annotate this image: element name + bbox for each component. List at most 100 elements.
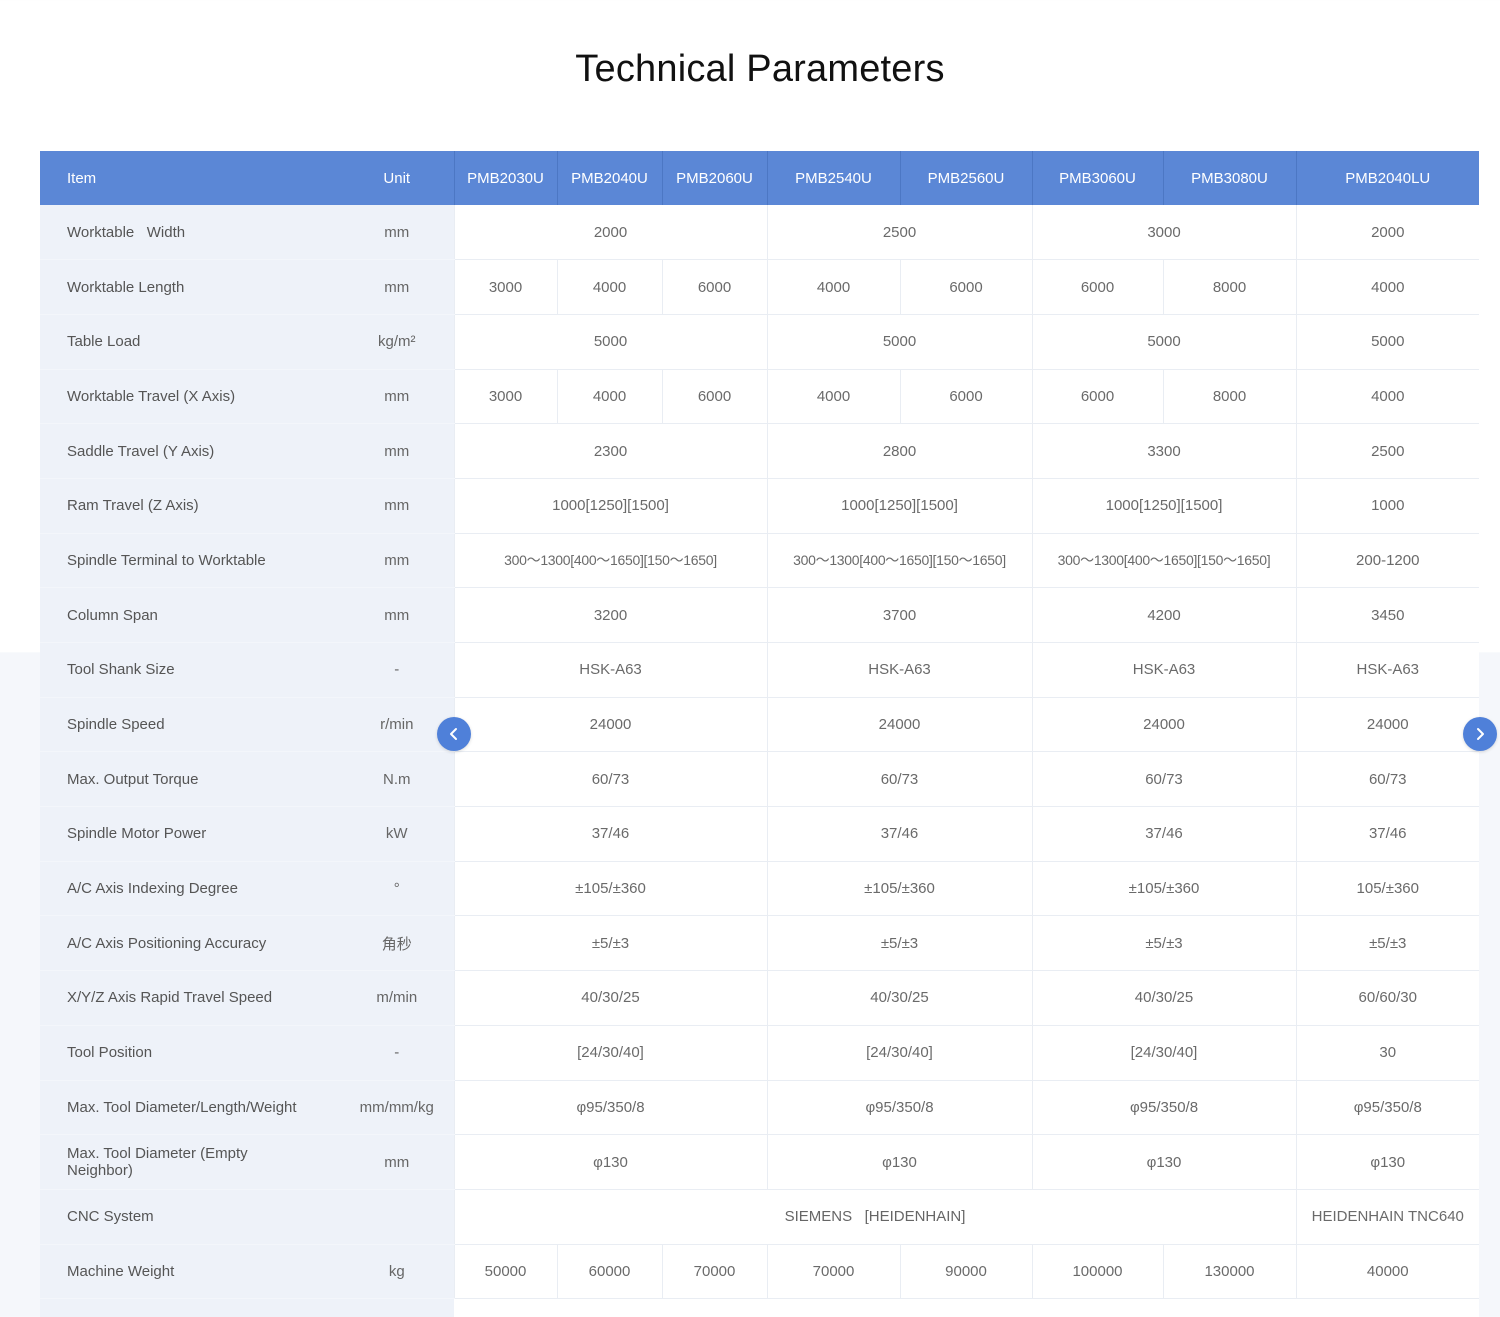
- header-model: PMB3060U: [1031, 151, 1163, 205]
- row-label: Worktable Length: [40, 259, 340, 315]
- table-cell: 50000: [453, 1244, 557, 1300]
- table-cell: 8000: [1162, 259, 1296, 315]
- table-cell: φ130: [1295, 1134, 1479, 1190]
- table-cell: 200-1200: [1295, 533, 1479, 589]
- table-cell: 5000: [1295, 314, 1479, 370]
- row-label: Worktable Width: [40, 205, 340, 261]
- table-cell: 1000[1250][1500]: [766, 478, 1032, 534]
- table-row: Ram Travel (Z Axis) mm 1000[1250][1500] …: [40, 478, 1479, 534]
- table-cell: 60/73: [766, 751, 1032, 808]
- table-cell: φ95/350/8: [453, 1080, 767, 1136]
- table-cell: ±105/±360: [453, 861, 767, 917]
- row-label: A/C Axis Positioning Accuracy: [40, 915, 340, 972]
- table-cell: ±5/±3: [766, 915, 1032, 972]
- table-cell: 3000: [453, 259, 557, 315]
- table-cell: 24000: [453, 697, 767, 753]
- spacer-cell: [40, 1298, 340, 1317]
- table-row: CNC System SIEMENS [HEIDENHAIN] HEIDENHA…: [40, 1189, 1479, 1245]
- table-cell: 130000: [1162, 1244, 1296, 1300]
- row-unit: °: [340, 861, 454, 917]
- table-cell: HSK-A63: [1295, 642, 1479, 698]
- table-cell: ±5/±3: [1295, 915, 1479, 972]
- row-label: Max. Tool Diameter/Length/Weight: [40, 1080, 340, 1136]
- table-cell: 4000: [766, 369, 900, 425]
- table-cell: 1000: [1295, 478, 1479, 534]
- table-cell: [24/30/40]: [453, 1025, 767, 1081]
- scroll-left-button[interactable]: [437, 717, 471, 751]
- row-unit: mm: [340, 478, 454, 534]
- table-cell: 90000: [899, 1244, 1032, 1300]
- table-cell: HSK-A63: [766, 642, 1032, 698]
- spacer-cell: [454, 1298, 1479, 1317]
- table-cell: 60/73: [1295, 751, 1479, 808]
- row-label: Spindle Motor Power: [40, 806, 340, 862]
- table-cell: 2500: [1295, 423, 1479, 479]
- table-cell: HEIDENHAIN TNC640: [1295, 1189, 1479, 1245]
- table-row: A/C Axis Indexing Degree ° ±105/±360 ±10…: [40, 861, 1479, 917]
- row-unit: mm: [340, 369, 454, 425]
- row-unit: mm: [340, 423, 454, 479]
- row-label: Spindle Terminal to Worktable: [40, 533, 340, 589]
- row-unit: mm: [340, 205, 454, 261]
- table-cell: ±5/±3: [1031, 915, 1296, 972]
- header-model: PMB3080U: [1162, 151, 1296, 205]
- table-cell: 3450: [1295, 587, 1479, 643]
- table-cell: φ130: [766, 1134, 1032, 1190]
- table-cell: 4000: [1295, 369, 1479, 425]
- row-unit: 角秒: [340, 915, 454, 972]
- table-cell: 5000: [453, 314, 767, 370]
- row-unit: -: [340, 1025, 454, 1081]
- row-label: X/Y/Z Axis Rapid Travel Speed: [40, 970, 340, 1026]
- table-cell: φ130: [1031, 1134, 1296, 1190]
- table-cell: 70000: [661, 1244, 767, 1300]
- table-cell: 2000: [453, 205, 767, 261]
- table-cell: 4000: [766, 259, 900, 315]
- table-cell: 300～1300[400～1650][150～1650]: [766, 533, 1032, 589]
- table-cell: 37/46: [1295, 806, 1479, 862]
- row-label: Worktable Travel (X Axis): [40, 369, 340, 425]
- table-row: X/Y/Z Axis Rapid Travel Speed m/min 40/3…: [40, 970, 1479, 1026]
- table-row: Column Span mm 3200 3700 4200 3450: [40, 587, 1479, 643]
- table-cell: 6000: [661, 369, 767, 425]
- table-cell: ±5/±3: [453, 915, 767, 972]
- chevron-left-icon: [447, 727, 461, 741]
- row-label: Max. Output Torque: [40, 751, 340, 808]
- chevron-right-icon: [1473, 727, 1487, 741]
- scroll-right-button[interactable]: [1463, 717, 1497, 751]
- row-unit: r/min: [340, 697, 454, 753]
- table-cell: 8000: [1162, 369, 1296, 425]
- table-cell: 60/73: [1031, 751, 1296, 808]
- table-cell: HSK-A63: [453, 642, 767, 698]
- row-unit: mm: [340, 1134, 454, 1190]
- table-row: Table Load kg/m² 5000 5000 5000 5000: [40, 314, 1479, 370]
- row-label: Max. Tool Diameter (Empty Neighbor): [40, 1134, 340, 1190]
- table-cell: 24000: [1031, 697, 1296, 753]
- table-cell: [24/30/40]: [1031, 1025, 1296, 1081]
- table-cell: 30: [1295, 1025, 1479, 1081]
- row-label: Tool Shank Size: [40, 642, 340, 698]
- table-cell: 6000: [1031, 369, 1163, 425]
- row-unit: kW: [340, 806, 454, 862]
- table-cell: SIEMENS [HEIDENHAIN]: [453, 1189, 1296, 1245]
- spacer-cell: [340, 1298, 454, 1317]
- table-cell: 2000: [1295, 205, 1479, 261]
- table-cell: 4000: [556, 259, 662, 315]
- table-cell: φ95/350/8: [1295, 1080, 1479, 1136]
- table-cell: 5000: [766, 314, 1032, 370]
- row-label: Machine Weight: [40, 1244, 340, 1300]
- table-cell: 3300: [1031, 423, 1296, 479]
- row-unit: N.m: [340, 751, 454, 808]
- table-row: Spindle Terminal to Worktable mm 300～130…: [40, 533, 1479, 589]
- table-cell: 3200: [453, 587, 767, 643]
- table-cell: 4000: [1295, 259, 1479, 315]
- table-cell: 2300: [453, 423, 767, 479]
- table-cell: 37/46: [1031, 806, 1296, 862]
- table-cell: 1000[1250][1500]: [1031, 478, 1296, 534]
- row-label: Spindle Speed: [40, 697, 340, 753]
- table-row: Spindle Motor Power kW 37/46 37/46 37/46…: [40, 806, 1479, 862]
- row-label: Table Load: [40, 314, 340, 370]
- row-unit: m/min: [340, 970, 454, 1026]
- table-cell: 105/±360: [1295, 861, 1479, 917]
- table-cell: [24/30/40]: [766, 1025, 1032, 1081]
- table-cell: 6000: [899, 369, 1032, 425]
